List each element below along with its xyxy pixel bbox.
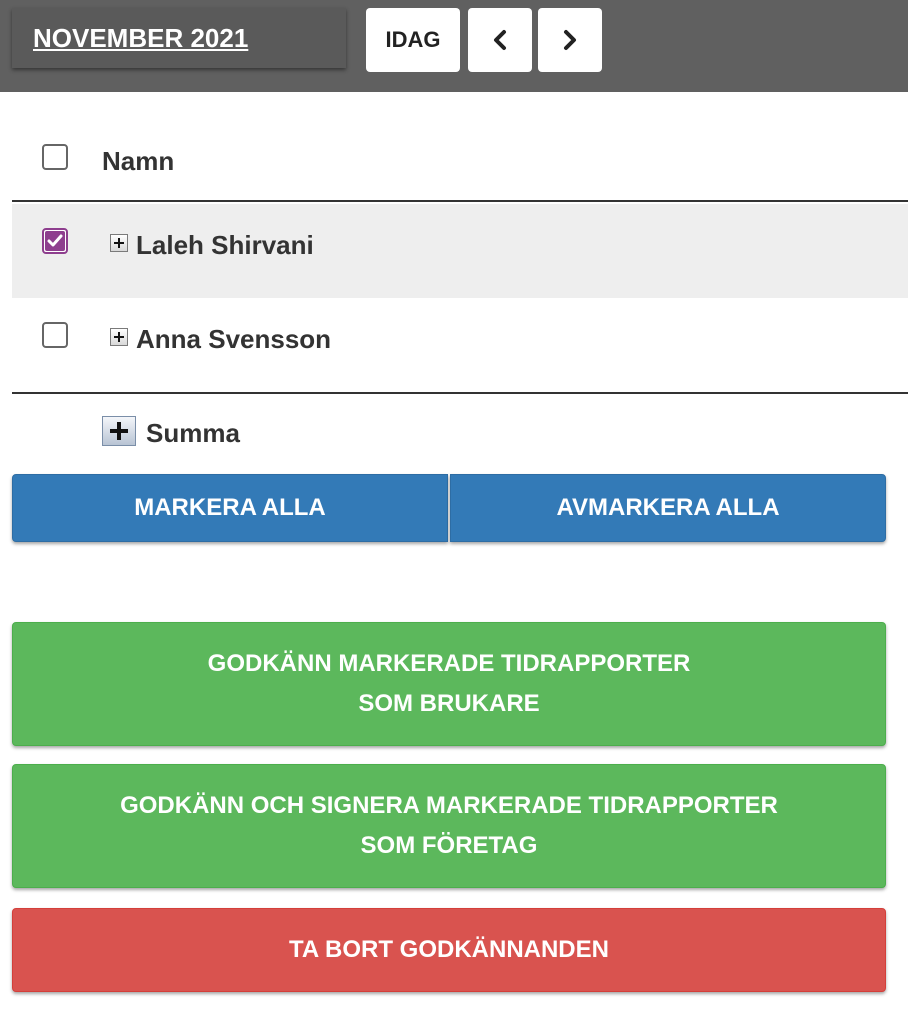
row-checkbox[interactable] <box>42 228 68 254</box>
top-bar: NOVEMBER 2021 IDAG <box>0 0 908 92</box>
mark-all-button[interactable]: MARKERA ALLA <box>12 474 448 542</box>
row-checkbox[interactable] <box>42 322 68 348</box>
unmark-all-label: AVMARKERA ALLA <box>556 494 780 521</box>
column-header-name: Namn <box>102 146 175 176</box>
previous-month-button[interactable] <box>468 8 532 72</box>
approve-as-user-button[interactable]: GODKÄNN MARKERADE TIDRAPPORTER SOM BRUKA… <box>12 622 886 746</box>
mark-all-label: MARKERA ALLA <box>134 494 326 521</box>
table-header: Namn <box>12 110 908 202</box>
month-selector-button[interactable]: NOVEMBER 2021 <box>12 8 346 68</box>
today-label: IDAG <box>385 27 441 52</box>
table-row[interactable]: Anna Svensson <box>12 298 908 394</box>
approve-and-sign-button[interactable]: GODKÄNN OCH SIGNERA MARKERADE TIDRAPPORT… <box>12 764 886 888</box>
row-name: Anna Svensson <box>136 324 332 354</box>
expand-sum-icon[interactable] <box>102 416 136 446</box>
approve-sign-label-line1: GODKÄNN OCH SIGNERA MARKERADE TIDRAPPORT… <box>120 792 778 819</box>
select-all-checkbox[interactable] <box>42 144 68 170</box>
chevron-left-icon <box>494 30 506 50</box>
remove-approvals-button[interactable]: TA BORT GODKÄNNANDEN <box>12 908 886 992</box>
today-button[interactable]: IDAG <box>366 8 460 72</box>
month-label: NOVEMBER 2021 <box>33 22 249 53</box>
row-name: Laleh Shirvani <box>136 230 314 260</box>
next-month-button[interactable] <box>538 8 602 72</box>
remove-approvals-label: TA BORT GODKÄNNANDEN <box>289 936 609 963</box>
table-row[interactable]: Laleh Shirvani <box>12 204 908 298</box>
approve-user-label-line2: SOM BRUKARE <box>358 690 540 717</box>
expand-row-icon[interactable] <box>110 328 128 346</box>
unmark-all-button[interactable]: AVMARKERA ALLA <box>450 474 886 542</box>
expand-row-icon[interactable] <box>110 234 128 252</box>
sum-row: Summa <box>12 396 908 470</box>
chevron-right-icon <box>564 30 576 50</box>
checkmark-icon <box>45 231 65 251</box>
approve-user-label-line1: GODKÄNN MARKERADE TIDRAPPORTER <box>207 650 691 677</box>
approve-sign-label-line2: SOM FÖRETAG <box>360 832 538 859</box>
sum-label: Summa <box>146 418 240 448</box>
